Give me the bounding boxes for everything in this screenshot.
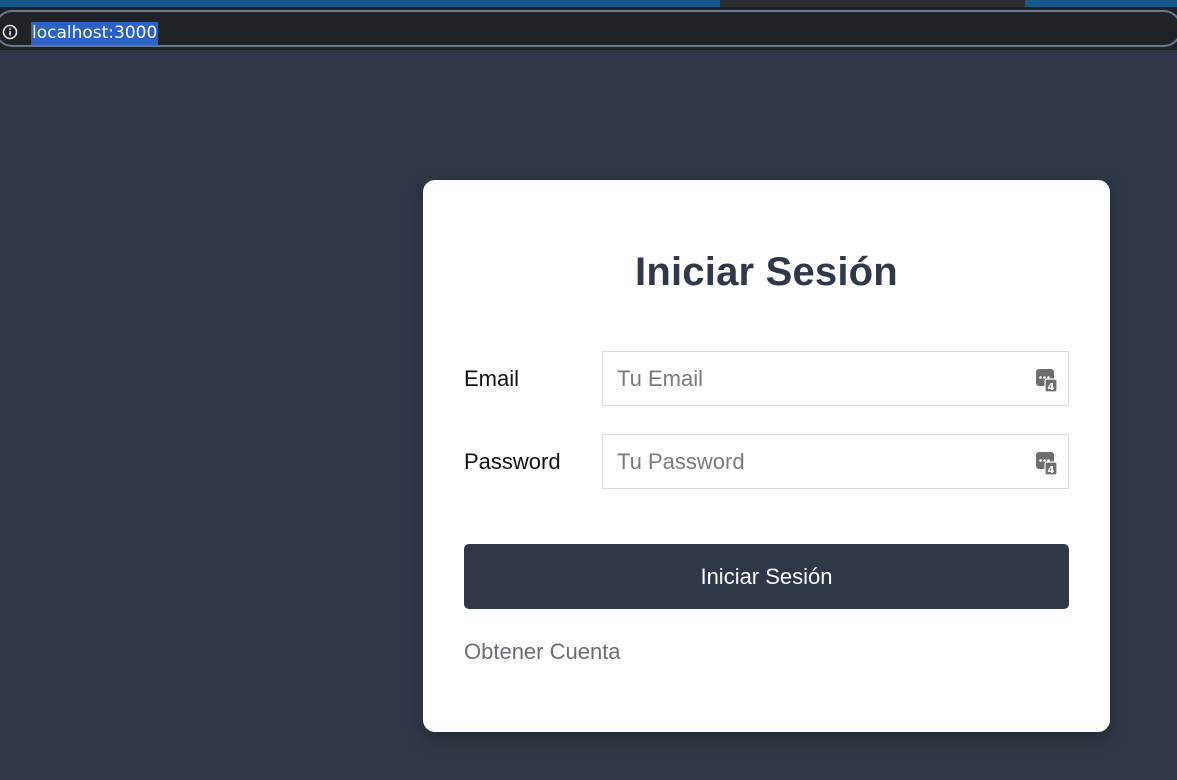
- password-manager-icon[interactable]: 4: [1036, 450, 1058, 476]
- browser-toolbar: localhost:3000: [0, 7, 1177, 50]
- svg-text:4: 4: [1048, 465, 1055, 476]
- login-card: Iniciar Sesión Email 4 Password 4 Inicia…: [423, 180, 1110, 732]
- svg-text:4: 4: [1048, 382, 1055, 393]
- login-submit-button[interactable]: Iniciar Sesión: [464, 544, 1069, 609]
- email-field: 4: [602, 351, 1069, 406]
- url-text[interactable]: localhost:3000: [31, 22, 159, 45]
- browser-tab-strip: [0, 0, 1177, 7]
- info-icon[interactable]: [2, 24, 18, 40]
- email-input[interactable]: [603, 352, 1068, 405]
- address-bar[interactable]: localhost:3000: [0, 10, 1177, 47]
- password-input[interactable]: [603, 435, 1068, 488]
- page-title: Iniciar Sesión: [635, 250, 898, 294]
- email-label: Email: [464, 366, 520, 391]
- active-tab[interactable]: [720, 0, 1025, 7]
- password-label: Password: [464, 449, 561, 474]
- password-field: 4: [602, 434, 1069, 489]
- signup-link[interactable]: Obtener Cuenta: [464, 638, 621, 666]
- password-manager-icon[interactable]: 4: [1036, 367, 1058, 393]
